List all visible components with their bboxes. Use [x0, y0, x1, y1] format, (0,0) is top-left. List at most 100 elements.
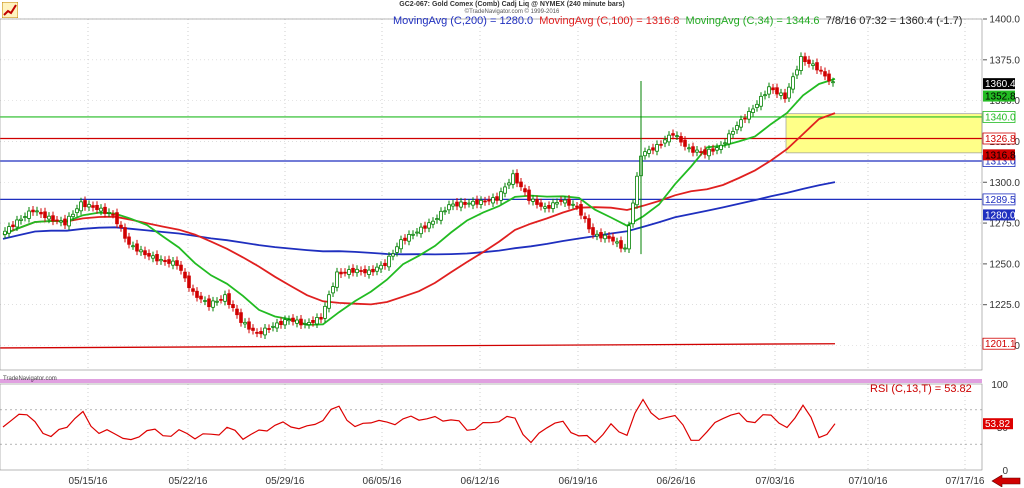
candle-body — [151, 255, 155, 259]
candle-body — [87, 204, 91, 208]
candle-body — [83, 200, 87, 208]
candle-body — [451, 203, 455, 207]
candle-body — [419, 226, 423, 235]
candle-body — [219, 298, 223, 301]
candle-body — [371, 268, 375, 273]
candle-body — [591, 227, 595, 235]
candle-body — [95, 204, 99, 210]
candle-body — [291, 317, 295, 322]
candle-body — [703, 149, 707, 155]
candle-body — [191, 288, 195, 292]
candle-body — [79, 201, 83, 212]
candle-body — [487, 199, 491, 202]
candle-body — [459, 201, 463, 208]
candle-body — [339, 271, 343, 275]
candle-body — [411, 233, 415, 236]
price-tag-label: 1316.8 — [985, 150, 1016, 161]
candle-body — [523, 188, 527, 193]
candle-body — [231, 304, 235, 308]
candle-body — [283, 319, 287, 326]
rsi-panel-frame — [0, 383, 983, 471]
candle-body — [71, 213, 75, 218]
support-line — [0, 343, 836, 349]
candle-body — [403, 237, 407, 241]
rsi-y-tick-label: 100 — [991, 380, 1008, 391]
price-tag-label: 1280.0 — [985, 210, 1016, 221]
candle-body — [15, 219, 19, 228]
trade-navigator-logo-icon[interactable] — [2, 2, 18, 18]
candle-body — [747, 110, 751, 120]
candle-body — [363, 269, 367, 274]
ma100-line — [2, 112, 836, 306]
candle-body — [679, 136, 683, 143]
candle-body — [471, 200, 475, 206]
candle-body — [675, 135, 679, 138]
scroll-left-arrow-icon[interactable] — [990, 475, 1022, 487]
candle-body — [135, 243, 139, 252]
x-tick-label: 07/17/16 — [946, 476, 985, 487]
candle-body — [671, 133, 675, 136]
candle-body — [483, 200, 487, 203]
candle-body — [175, 260, 179, 266]
candle-body — [27, 210, 31, 219]
candle-body — [155, 254, 159, 262]
candle-body — [759, 95, 763, 107]
ma34-line — [2, 78, 836, 326]
ma34-value: MovingAvg (C,34) = 1344.6 — [685, 15, 820, 27]
candle-body — [195, 290, 199, 298]
candle-body — [139, 249, 143, 253]
candle-body — [587, 218, 591, 230]
candle-body — [327, 294, 331, 309]
candle-body — [475, 199, 479, 205]
candle-body — [295, 319, 299, 324]
candle-body — [147, 253, 151, 257]
candle-body — [611, 236, 615, 242]
candle-body — [515, 172, 519, 184]
candle-body — [331, 286, 335, 294]
candle-body — [55, 219, 59, 222]
candle-body — [207, 298, 211, 308]
candle-body — [751, 108, 755, 113]
candle-body — [347, 269, 351, 275]
candle-body — [23, 216, 27, 218]
chart-canvas[interactable]: 05/15/16 05/22/16 05/29/16 06/05/16 06/12/16… — [0, 0, 1024, 488]
candle-body — [271, 325, 275, 328]
candle-body — [379, 264, 383, 270]
candle-body — [767, 86, 771, 95]
candle-body — [47, 215, 51, 220]
candle-body — [599, 232, 603, 239]
x-tick-label: 06/19/16 — [559, 476, 598, 487]
candle-body — [567, 198, 571, 206]
candle-body — [687, 147, 691, 150]
candle-body — [699, 151, 703, 153]
x-tick-label: 06/12/16 — [461, 476, 500, 487]
candle-body — [803, 56, 807, 63]
candle-body — [91, 205, 95, 208]
candle-body — [495, 196, 499, 201]
candle-body — [455, 201, 459, 207]
candle-body — [739, 119, 743, 128]
candle-body — [535, 199, 539, 205]
candle-body — [247, 321, 251, 330]
candle-body — [355, 268, 359, 274]
candle-body — [279, 320, 283, 326]
y-tick-label: 1250.0 — [989, 259, 1020, 270]
candle-body — [415, 231, 419, 234]
x-tick-label: 05/29/16 — [266, 476, 305, 487]
candle-body — [359, 270, 363, 272]
candle-body — [719, 144, 723, 150]
candle-body — [3, 230, 7, 235]
candle-body — [123, 227, 127, 239]
candle-body — [211, 300, 215, 308]
candle-body — [111, 213, 115, 216]
candle-body — [159, 259, 163, 262]
candle-body — [243, 321, 247, 325]
candle-body — [215, 300, 219, 303]
candle-body — [635, 175, 639, 206]
candle-body — [651, 147, 655, 151]
candle-body — [547, 205, 551, 209]
level-label: 1340.0 — [985, 112, 1016, 123]
candle-body — [43, 211, 47, 219]
candle-body — [183, 271, 187, 279]
level-label: 1289.5 — [985, 195, 1016, 206]
